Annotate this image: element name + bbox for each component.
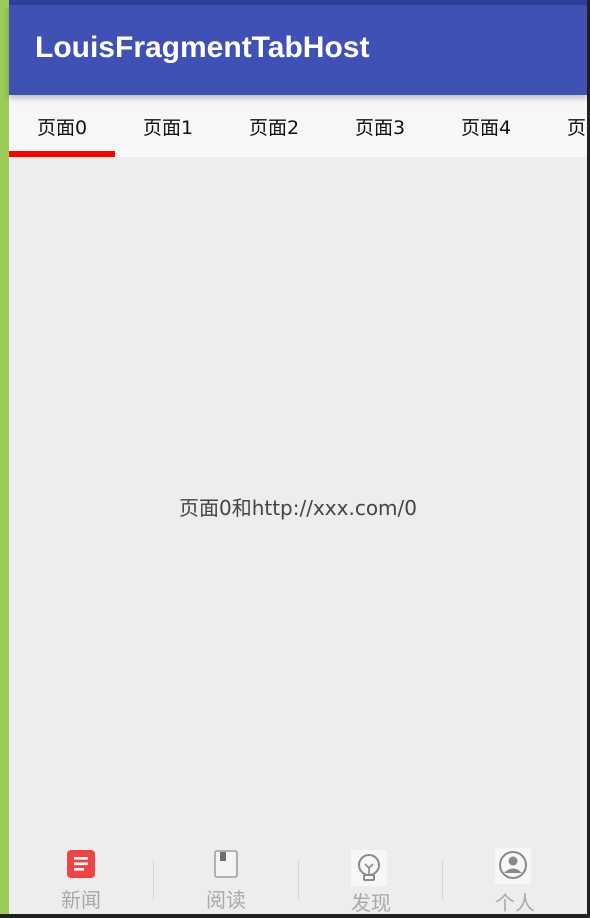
- page-content-text: 页面0和http://xxx.com/0: [178, 496, 418, 520]
- tab-label: 页面2: [248, 117, 300, 139]
- tab-label: 页面0: [36, 117, 88, 139]
- tab-selected-indicator: [9, 151, 115, 157]
- app-bar: LouisFragmentTabHost: [9, 5, 587, 95]
- tab-label: 页面5: [566, 117, 587, 139]
- tab-label: 页面3: [354, 117, 406, 139]
- bottom-navigation: 新闻 阅读 发现 个人: [9, 840, 587, 915]
- tab-page-3[interactable]: 页面3: [327, 95, 433, 157]
- bottom-nav-read[interactable]: 阅读: [154, 840, 298, 914]
- app-title: LouisFragmentTabHost: [35, 31, 370, 64]
- tab-label: 页面4: [460, 117, 512, 139]
- tab-page-1[interactable]: 页面1: [115, 95, 221, 157]
- tab-page-5[interactable]: 页面5: [539, 95, 587, 157]
- tab-page-2[interactable]: 页面2: [221, 95, 327, 157]
- tab-strip[interactable]: 页面0 页面1 页面2 页面3 页面4 页面5: [9, 95, 587, 157]
- book-icon: [214, 850, 238, 878]
- bottom-nav-discover[interactable]: 发现: [299, 840, 443, 915]
- tab-page-0[interactable]: 页面0: [9, 95, 115, 157]
- bottom-nav-label: 个人: [495, 891, 535, 915]
- news-icon: [67, 850, 95, 878]
- bottom-nav-news[interactable]: 新闻: [9, 840, 153, 914]
- lightbulb-icon: [351, 850, 387, 886]
- bottom-border: [0, 914, 590, 918]
- person-icon: [495, 848, 531, 884]
- bottom-nav-profile[interactable]: 个人: [443, 840, 587, 915]
- tab-page-4[interactable]: 页面4: [433, 95, 539, 157]
- left-edge-strip: [0, 0, 9, 918]
- page-content: 页面0和http://xxx.com/0: [9, 157, 587, 840]
- tab-label: 页面1: [142, 117, 194, 139]
- app-window: LouisFragmentTabHost 页面0 页面1 页面2 页面3 页面4…: [0, 0, 590, 918]
- bottom-nav-label: 阅读: [206, 888, 246, 912]
- bottom-nav-label: 发现: [351, 891, 391, 915]
- bottom-nav-label: 新闻: [61, 888, 101, 912]
